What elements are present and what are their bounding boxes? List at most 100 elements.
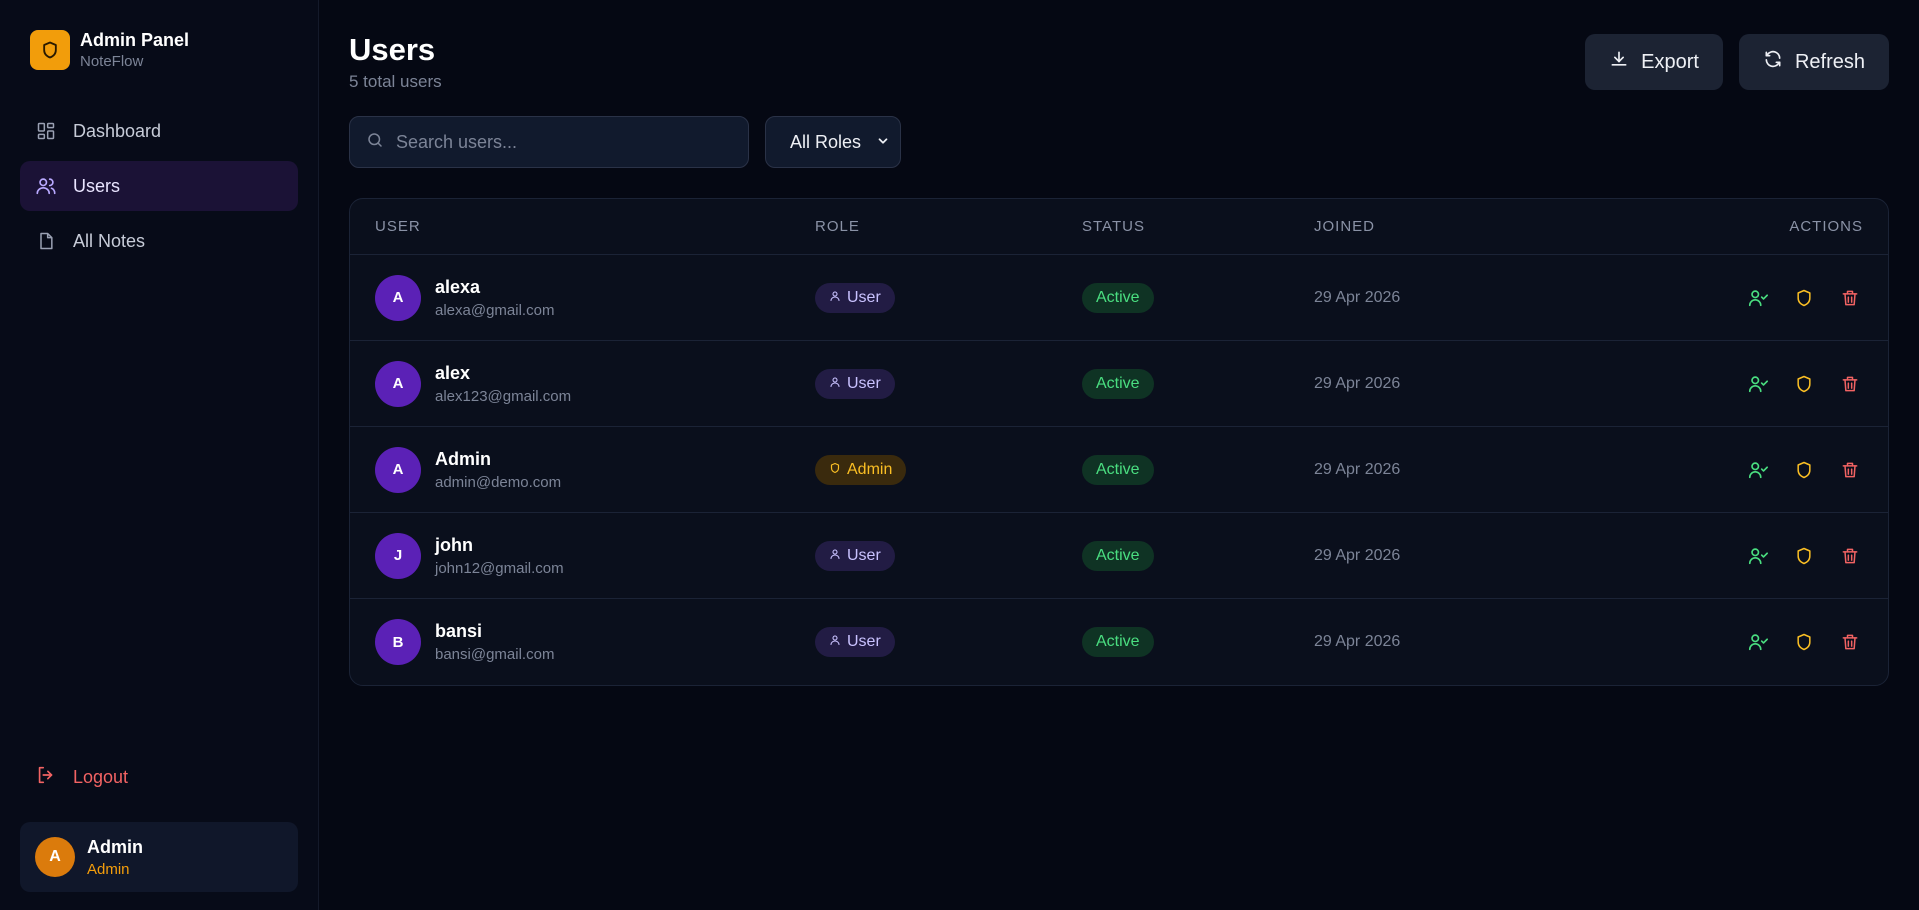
role-label: User [847, 374, 881, 392]
table-row: A alex alex123@gmail.com User Active 29 … [350, 341, 1888, 427]
column-header-joined: JOINED [1314, 218, 1376, 235]
user-icon [829, 633, 841, 651]
user-check-icon[interactable] [1745, 285, 1771, 311]
sidebar-nav: Dashboard Users All Notes [20, 106, 298, 266]
trash-icon[interactable] [1837, 457, 1863, 483]
user-email: alexa@gmail.com [435, 301, 555, 319]
user-check-icon[interactable] [1745, 629, 1771, 655]
user-name: Admin [435, 448, 491, 469]
avatar: A [375, 274, 421, 321]
avatar: A [375, 360, 421, 407]
column-header-role: ROLE [815, 218, 860, 235]
app-root: Admin Panel NoteFlow Dashboard Users All… [0, 0, 1919, 910]
user-name: bansi [435, 621, 483, 641]
joined-date: 29 Apr 2026 [1314, 460, 1401, 478]
brand-title: Admin Panel [80, 30, 190, 50]
joined-date: 29 Apr 2026 [1314, 633, 1401, 650]
shield-icon[interactable] [1791, 543, 1817, 569]
filters-bar: All Roles [349, 116, 1889, 168]
table-row: B bansi bansi@gmail.com User Active 29 A… [350, 599, 1888, 685]
logout-icon [35, 764, 57, 791]
brand-subtitle: NoteFlow [80, 53, 144, 70]
role-badge: Admin [815, 454, 907, 485]
table-row: A Admin admin@demo.com Admin Active 29 A… [350, 427, 1888, 513]
user-icon [829, 289, 841, 307]
chevron-down-icon [876, 132, 890, 153]
role-label: User [847, 633, 881, 650]
avatar: J [375, 532, 421, 579]
status-badge: Active [1082, 368, 1154, 399]
sidebar-item-label: Dashboard [73, 120, 162, 141]
user-name: john [435, 534, 473, 555]
refresh-icon [1763, 49, 1783, 75]
trash-icon[interactable] [1837, 543, 1863, 569]
user-icon [829, 547, 841, 565]
shield-icon[interactable] [1791, 629, 1817, 655]
role-badge: User [815, 282, 895, 313]
role-label: Admin [847, 460, 893, 478]
column-header-status: STATUS [1082, 218, 1145, 235]
trash-icon[interactable] [1837, 371, 1863, 397]
joined-date: 29 Apr 2026 [1314, 374, 1401, 392]
page-title: Users [349, 32, 436, 67]
table-row: J john john12@gmail.com User Active 29 A… [350, 513, 1888, 599]
brand: Admin Panel NoteFlow [30, 30, 298, 70]
sidebar-item-all-notes[interactable]: All Notes [20, 216, 298, 266]
sidebar-item-label: Users [73, 175, 121, 196]
status-badge: Active [1082, 454, 1154, 485]
header-actions: Export Refresh [1585, 34, 1889, 90]
logout-button[interactable]: Logout [20, 752, 300, 802]
trash-icon[interactable] [1837, 285, 1863, 311]
avatar: A [375, 446, 421, 493]
shield-icon [30, 30, 70, 70]
main-content: Users 5 total users Export Refresh Searc… [319, 0, 1919, 910]
search-box[interactable] [349, 116, 749, 168]
role-badge: User [815, 368, 895, 399]
status-badge: Active [1082, 540, 1154, 571]
joined-date: 29 Apr 2026 [1314, 546, 1401, 564]
status-badge: Active [1082, 627, 1154, 657]
search-icon [366, 131, 384, 154]
shield-icon[interactable] [1791, 457, 1817, 483]
role-badge: User [815, 540, 895, 571]
status-badge: Active [1082, 282, 1154, 313]
refresh-label: Refresh [1794, 50, 1865, 73]
column-header-user: USER [375, 218, 421, 235]
shield-icon[interactable] [1791, 285, 1817, 311]
refresh-button[interactable]: Refresh [1738, 34, 1889, 90]
joined-date: 29 Apr 2026 [1314, 288, 1401, 306]
user-name: alex [435, 362, 471, 383]
sidebar-item-users[interactable]: Users [20, 161, 298, 211]
dashboard-icon [35, 120, 57, 142]
role-select[interactable]: All Roles [765, 116, 901, 168]
shield-icon[interactable] [1791, 371, 1817, 397]
role-label: User [847, 546, 881, 564]
avatar: A [35, 837, 75, 877]
users-icon [35, 175, 57, 197]
user-name: alexa [435, 276, 481, 297]
page-subtitle: 5 total users [349, 72, 442, 91]
export-button[interactable]: Export [1585, 34, 1723, 90]
logout-label: Logout [73, 766, 129, 787]
user-check-icon[interactable] [1745, 371, 1771, 397]
trash-icon[interactable] [1837, 629, 1863, 655]
table-row: A alexa alexa@gmail.com User Active 29 A… [350, 255, 1888, 341]
sidebar-item-dashboard[interactable]: Dashboard [20, 106, 298, 156]
user-check-icon[interactable] [1745, 457, 1771, 483]
current-user-name: Admin [87, 836, 143, 857]
shield-icon [829, 461, 841, 479]
current-user-card[interactable]: A Admin Admin [20, 822, 298, 892]
user-email: admin@demo.com [435, 473, 562, 491]
user-check-icon[interactable] [1745, 543, 1771, 569]
page-header: Users 5 total users Export Refresh [349, 32, 1889, 92]
file-icon [35, 230, 57, 252]
user-email: alex123@gmail.com [435, 387, 572, 405]
search-input[interactable] [396, 131, 716, 153]
table-header: USER ROLE STATUS JOINED ACTIONS [350, 199, 1888, 255]
role-badge: User [815, 627, 895, 657]
users-table: USER ROLE STATUS JOINED ACTIONS A alexa … [349, 198, 1889, 686]
user-email: bansi@gmail.com [435, 646, 555, 663]
sidebar: Admin Panel NoteFlow Dashboard Users All… [0, 0, 319, 910]
export-label: Export [1641, 50, 1699, 73]
sidebar-item-label: All Notes [73, 230, 146, 251]
